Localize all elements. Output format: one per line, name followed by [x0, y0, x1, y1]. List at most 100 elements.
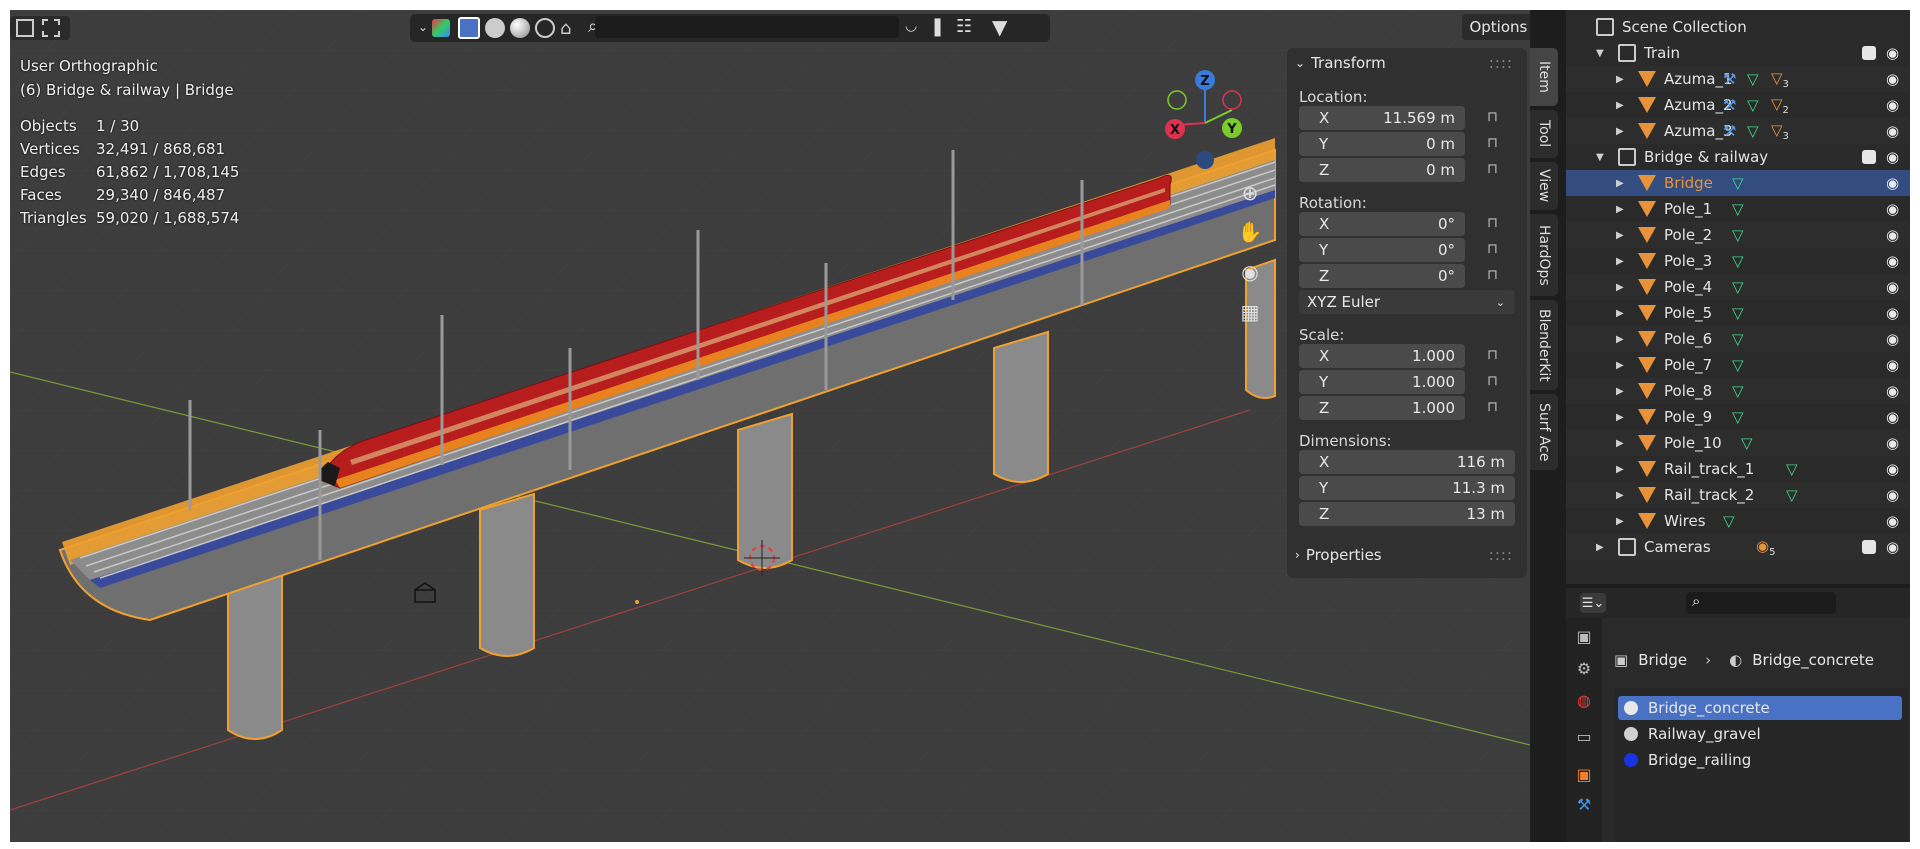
- editor-type-icon[interactable]: ☰⌄: [1580, 593, 1606, 613]
- outliner-object-row[interactable]: ▶ Pole_2 ▽ ◉: [1566, 222, 1910, 248]
- y-axis-label[interactable]: Y: [1226, 122, 1237, 137]
- visibility-eye-icon[interactable]: ◉: [1886, 538, 1899, 556]
- material-slot[interactable]: Bridge_concrete: [1618, 696, 1902, 720]
- mesh-data-icon[interactable]: ▽: [1732, 226, 1744, 244]
- mesh-data-icon[interactable]: ▽: [1732, 200, 1744, 218]
- outliner-object-row[interactable]: ▶ Pole_5 ▽ ◉: [1566, 300, 1910, 326]
- outliner-object-row[interactable]: ▶ Pole_6 ▽ ◉: [1566, 326, 1910, 352]
- lock-icon[interactable]: ⊓: [1487, 373, 1507, 391]
- outliner-object-row[interactable]: ▶ Pole_7 ▽ ◉: [1566, 352, 1910, 378]
- navigation-gizmo[interactable]: Z Y X: [1155, 58, 1255, 178]
- mesh-data-icon[interactable]: ▽: [1747, 122, 1759, 140]
- expand-right-icon[interactable]: ▶: [1616, 360, 1624, 371]
- lock-icon[interactable]: ⊓: [1487, 161, 1507, 179]
- rotation-x-field[interactable]: X 0°: [1299, 212, 1465, 236]
- object-icon[interactable]: ▣: [1574, 764, 1594, 784]
- visibility-eye-icon[interactable]: ◉: [1886, 96, 1899, 114]
- expand-right-icon[interactable]: ▶: [1616, 490, 1624, 501]
- visibility-eye-icon[interactable]: ◉: [1886, 356, 1899, 374]
- outliner-collection-row[interactable]: ▼ Train ◉: [1566, 40, 1910, 66]
- z-axis-label[interactable]: Z: [1200, 74, 1209, 89]
- outliner-object-row[interactable]: ▶ Rail_track_1 ▽ ◉: [1566, 456, 1910, 482]
- hierarchy-icon[interactable]: ☷: [956, 16, 972, 37]
- visibility-eye-icon[interactable]: ◉: [1886, 122, 1899, 140]
- expand-right-icon[interactable]: ▶: [1616, 178, 1624, 189]
- chevron-down-icon[interactable]: ⌄: [418, 20, 428, 34]
- tab-item[interactable]: Item: [1530, 48, 1558, 106]
- modifier-icon[interactable]: ⚒: [1723, 96, 1736, 114]
- outliner-object-row[interactable]: ▶ Pole_8 ▽ ◉: [1566, 378, 1910, 404]
- expand-right-icon[interactable]: ▶: [1616, 282, 1624, 293]
- search-input[interactable]: [595, 16, 899, 38]
- mesh-data-icon[interactable]: ▽: [1732, 408, 1744, 426]
- outliner-object-row[interactable]: ▶ Azuma_1 ▽ ⚒ ▽3 ◉: [1566, 66, 1910, 92]
- lock-icon[interactable]: ⊓: [1487, 135, 1507, 153]
- modifier-icon[interactable]: ⚒: [1574, 794, 1594, 814]
- visibility-eye-icon[interactable]: ◉: [1886, 174, 1899, 192]
- render-icon[interactable]: ▣: [1574, 626, 1594, 646]
- select-box-icon[interactable]: [16, 19, 34, 37]
- visibility-eye-icon[interactable]: ◉: [1886, 330, 1899, 348]
- outliner-object-row[interactable]: ▶ Pole_3 ▽ ◉: [1566, 248, 1910, 274]
- dimensions-y-field[interactable]: Y 11.3 m: [1299, 476, 1515, 500]
- visibility-eye-icon[interactable]: ◉: [1886, 70, 1899, 88]
- ortho-grid-icon[interactable]: ▦: [1235, 297, 1265, 327]
- rendered-shading-icon[interactable]: [535, 18, 555, 38]
- lock-icon[interactable]: ⊓: [1487, 109, 1507, 127]
- transform-header[interactable]: ⌄ Transform::::: [1287, 48, 1527, 78]
- mesh-data-icon[interactable]: ▽: [1732, 174, 1744, 192]
- tab-view[interactable]: View: [1530, 162, 1558, 210]
- expand-right-icon[interactable]: ▶: [1616, 126, 1624, 137]
- expand-right-icon[interactable]: ▶: [1616, 100, 1624, 111]
- dimensions-z-field[interactable]: Z 13 m: [1299, 502, 1515, 526]
- visibility-overlay-icon[interactable]: [432, 19, 450, 37]
- mesh-data-icon[interactable]: ▽: [1786, 460, 1798, 478]
- material-slot[interactable]: Bridge_railing: [1618, 748, 1902, 772]
- mesh-data-icon[interactable]: ▽: [1732, 278, 1744, 296]
- location-x-field[interactable]: X 11.569 m: [1299, 106, 1465, 130]
- visibility-eye-icon[interactable]: ◉: [1886, 200, 1899, 218]
- camera-view-icon[interactable]: ◉: [1235, 257, 1265, 287]
- wireframe-shading-icon[interactable]: [458, 17, 480, 39]
- visibility-eye-icon[interactable]: ◉: [1886, 434, 1899, 452]
- world-icon[interactable]: ◍: [1574, 690, 1594, 710]
- tab-hardops[interactable]: HardOps: [1530, 214, 1558, 296]
- bookmark-icon[interactable]: ❚: [930, 16, 945, 37]
- mesh-data-icon[interactable]: ▽: [1747, 70, 1759, 88]
- dropdown-icon[interactable]: ◡: [905, 18, 917, 34]
- lock-icon[interactable]: ⊓: [1487, 347, 1507, 365]
- outliner-object-row[interactable]: ▶ Azuma_2 ▽ ⚒ ▽2 ◉: [1566, 92, 1910, 118]
- properties-header[interactable]: › Properties::::: [1287, 540, 1527, 570]
- properties-search-input[interactable]: ⌕: [1686, 592, 1836, 614]
- child-objects-icon[interactable]: ▽2: [1771, 95, 1789, 116]
- visibility-eye-icon[interactable]: ◉: [1886, 486, 1899, 504]
- visibility-eye-icon[interactable]: ◉: [1886, 408, 1899, 426]
- 3d-viewport[interactable]: ⌄ ⌂ ⌕ ◡ ❚ ☷ ▼ Options ⌄ User Orthographi…: [10, 10, 1530, 842]
- modifier-icon[interactable]: ⚒: [1723, 70, 1736, 88]
- material-shading-icon[interactable]: [510, 18, 530, 38]
- location-z-field[interactable]: Z0 m: [1299, 158, 1465, 182]
- rotation-y-field[interactable]: Y 0°: [1299, 238, 1465, 262]
- visibility-eye-icon[interactable]: ◉: [1886, 460, 1899, 478]
- exclude-checkbox[interactable]: [1862, 150, 1876, 164]
- lock-icon[interactable]: ⊓: [1487, 241, 1507, 259]
- outliner-object-row[interactable]: ▶ Pole_1 ▽ ◉: [1566, 196, 1910, 222]
- outliner-object-row[interactable]: ▶ Bridge ▽ ◉: [1566, 170, 1910, 196]
- mesh-data-icon[interactable]: ▽: [1741, 434, 1753, 452]
- mesh-data-icon[interactable]: ▽: [1732, 330, 1744, 348]
- material-slot[interactable]: Railway_gravel: [1618, 722, 1902, 746]
- visibility-eye-icon[interactable]: ◉: [1886, 226, 1899, 244]
- expand-right-icon[interactable]: ▶: [1616, 516, 1624, 527]
- tab-surf-ace[interactable]: Surf Ace: [1530, 394, 1558, 470]
- expand-right-icon[interactable]: ▶: [1616, 386, 1624, 397]
- outliner-collection-row[interactable]: ▶ Cameras ◉5 ◉: [1566, 534, 1910, 560]
- expand-right-icon[interactable]: ▶: [1596, 542, 1604, 553]
- visibility-eye-icon[interactable]: ◉: [1886, 252, 1899, 270]
- dimensions-x-field[interactable]: X 116 m: [1299, 450, 1515, 474]
- expand-right-icon[interactable]: ▶: [1616, 230, 1624, 241]
- outliner-object-row[interactable]: ▶ Wires ▽ ◉: [1566, 508, 1910, 534]
- options-button[interactable]: Options ⌄: [1462, 14, 1530, 40]
- visibility-eye-icon[interactable]: ◉: [1886, 512, 1899, 530]
- brush-icon[interactable]: ⌂: [560, 18, 571, 39]
- visibility-eye-icon[interactable]: ◉: [1886, 304, 1899, 322]
